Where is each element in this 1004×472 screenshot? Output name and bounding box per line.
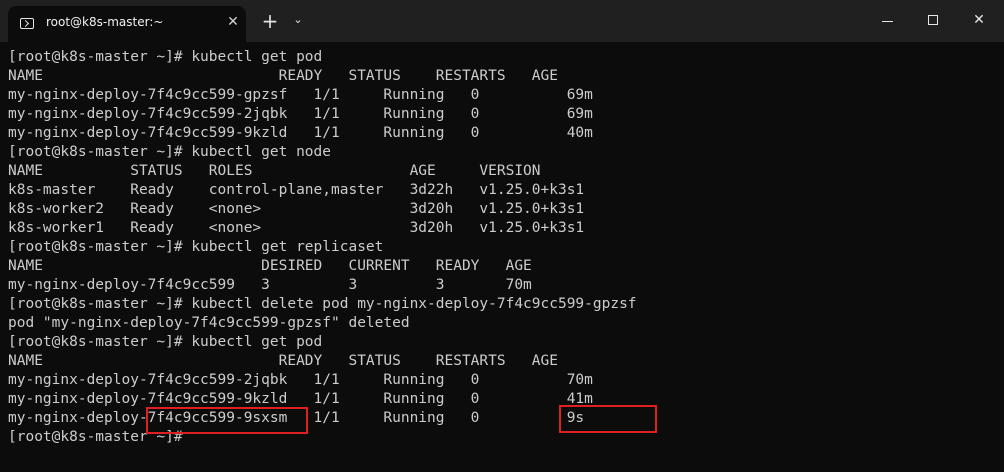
terminal-line: [root@k8s-master ~]# kubectl get node — [8, 144, 332, 160]
maximize-icon — [928, 15, 938, 25]
terminal-line: NAME READY STATUS RESTARTS AGE — [8, 353, 558, 369]
terminal-line: my-nginx-deploy-7f4c9cc599-2jqbk 1/1 Run… — [8, 106, 593, 122]
terminal-line: NAME DESIRED CURRENT READY AGE — [8, 258, 532, 274]
terminal-line: [root@k8s-master ~]# kubectl get replica… — [8, 239, 384, 255]
maximize-button[interactable] — [910, 0, 956, 42]
terminal-line: [root@k8s-master ~]# kubectl get pod — [8, 49, 323, 65]
close-icon: ✕ — [973, 12, 985, 28]
new-tab-button[interactable]: + — [260, 11, 280, 31]
highlight-box-pod-age — [559, 405, 657, 433]
minimize-icon — [882, 21, 893, 22]
terminal-line: pod "my-nginx-deploy-7f4c9cc599-gpzsf" d… — [8, 315, 410, 331]
terminal-line: my-nginx-deploy-7f4c9cc599-gpzsf 1/1 Run… — [8, 87, 593, 103]
close-tab-icon[interactable]: ✕ — [226, 13, 240, 31]
terminal-line: NAME STATUS ROLES AGE VERSION — [8, 163, 541, 179]
terminal-line: [root@k8s-master ~]# kubectl get pod — [8, 334, 323, 350]
minimize-button[interactable] — [864, 0, 910, 42]
terminal-line: k8s-worker1 Ready <none> 3d20h v1.25.0+k… — [8, 220, 585, 236]
terminal-window: root@k8s-master:~ ✕ + ⌄ ✕ [root@k8s-mast… — [0, 0, 1004, 472]
powershell-icon — [20, 18, 34, 29]
terminal-line: my-nginx-deploy-7f4c9cc599-2jqbk 1/1 Run… — [8, 372, 593, 388]
tab-title: root@k8s-master:~ — [46, 15, 164, 29]
terminal-line: k8s-worker2 Ready <none> 3d20h v1.25.0+k… — [8, 201, 585, 217]
close-window-button[interactable]: ✕ — [956, 0, 1002, 42]
terminal-line: NAME READY STATUS RESTARTS AGE — [8, 68, 558, 84]
terminal-line: my-nginx-deploy-7f4c9cc599-9kzld 1/1 Run… — [8, 125, 593, 141]
terminal-line: [root@k8s-master ~]# kubectl delete pod … — [8, 296, 637, 312]
terminal-tab[interactable]: root@k8s-master:~ ✕ — [8, 6, 246, 42]
title-bar[interactable]: root@k8s-master:~ ✕ + ⌄ ✕ — [0, 0, 1004, 42]
terminal-output[interactable]: [root@k8s-master ~]# kubectl get pod NAM… — [8, 48, 998, 447]
terminal-line: my-nginx-deploy-7f4c9cc599 3 3 3 70m — [8, 277, 532, 293]
highlight-box-pod-name — [146, 407, 308, 434]
terminal-line: k8s-master Ready control-plane,master 3d… — [8, 182, 585, 198]
chevron-down-icon[interactable]: ⌄ — [290, 12, 306, 28]
